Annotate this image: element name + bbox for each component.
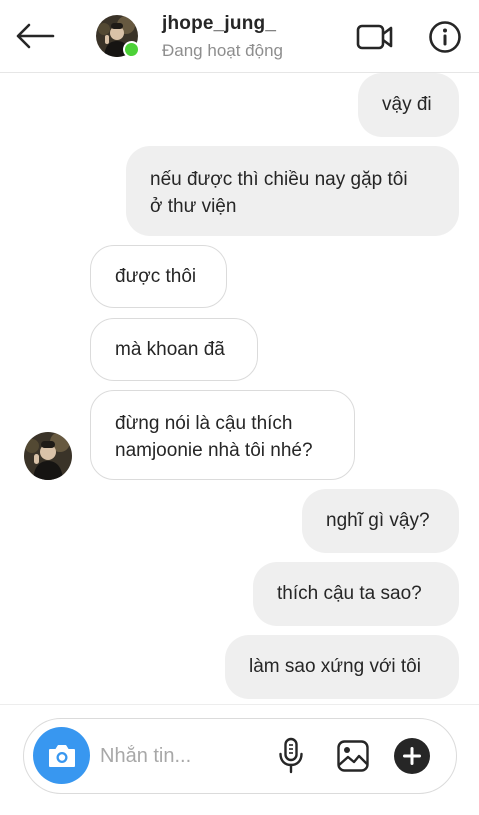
sender-avatar[interactable] bbox=[24, 432, 72, 480]
video-call-button[interactable] bbox=[354, 20, 396, 54]
message-bubble-received[interactable]: mà khoan đã bbox=[90, 318, 258, 381]
image-icon bbox=[337, 740, 369, 772]
back-button[interactable] bbox=[14, 19, 56, 53]
video-camera-icon bbox=[356, 24, 393, 50]
camera-button[interactable] bbox=[33, 727, 90, 784]
message-bubble-sent[interactable]: làm sao xứng với tôi bbox=[225, 635, 459, 699]
microphone-icon bbox=[279, 737, 303, 774]
message-bubble-sent[interactable]: nghĩ gì vậy? bbox=[302, 489, 459, 553]
message-bubble-sent[interactable]: vậy đi bbox=[358, 73, 459, 137]
plus-circle-icon bbox=[394, 738, 430, 774]
message-composer bbox=[23, 718, 457, 794]
chat-screen: jhope_jung_ Đang hoạt động vậy đi nếu đư… bbox=[0, 0, 479, 815]
contact-username[interactable]: jhope_jung_ bbox=[162, 13, 276, 35]
composer-divider bbox=[0, 704, 479, 705]
online-status-dot bbox=[123, 41, 140, 58]
chat-header: jhope_jung_ Đang hoạt động bbox=[0, 0, 479, 73]
message-bubble-received[interactable]: được thôi bbox=[90, 245, 227, 308]
conversation-info-button[interactable] bbox=[426, 18, 464, 56]
message-bubble-sent[interactable]: nếu được thì chiều nay gặp tôi ở thư việ… bbox=[126, 146, 459, 236]
message-bubble-received[interactable]: đừng nói là cậu thích namjoonie nhà tôi … bbox=[90, 390, 355, 480]
gallery-button[interactable] bbox=[334, 737, 372, 775]
arrow-left-icon bbox=[16, 23, 55, 49]
message-input[interactable] bbox=[100, 739, 260, 773]
contact-avatar[interactable] bbox=[96, 15, 140, 59]
contact-activity-status: Đang hoạt động bbox=[162, 41, 283, 60]
voice-message-button[interactable] bbox=[274, 736, 308, 776]
info-icon bbox=[429, 21, 461, 53]
message-bubble-sent[interactable]: thích cậu ta sao? bbox=[253, 562, 459, 626]
camera-icon bbox=[48, 744, 75, 767]
more-options-button[interactable] bbox=[392, 736, 432, 776]
